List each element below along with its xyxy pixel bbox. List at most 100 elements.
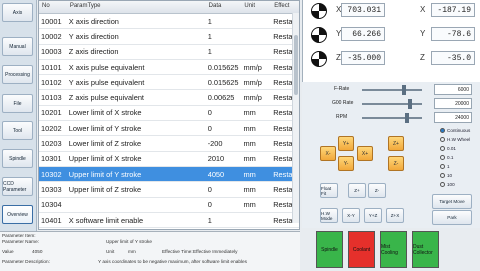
radio-dot-icon[interactable] xyxy=(440,164,445,170)
rpm-track[interactable] xyxy=(362,117,422,119)
radio-dot-icon[interactable] xyxy=(440,137,445,143)
mode-100[interactable]: 100 xyxy=(440,182,455,188)
nav-file-button[interactable]: File xyxy=(2,94,33,113)
table-row[interactable]: 10301 Upper limit of X stroke 2010 mm Restar… xyxy=(39,152,299,167)
radio-dot-icon[interactable] xyxy=(440,182,445,188)
machine-coord-y: 66.266 xyxy=(341,27,385,41)
radio-dot-icon[interactable] xyxy=(440,173,445,179)
table-row[interactable]: 10401 X software limit enable 1 Restart? xyxy=(39,213,299,229)
g00-rate-label: G00 Rate xyxy=(332,100,354,106)
jog-y-minus-button[interactable]: Y- xyxy=(338,156,354,171)
table-cell-no: 10303 xyxy=(41,184,62,194)
radio-dot-icon[interactable] xyxy=(440,128,445,134)
table-row[interactable]: 10304 0 mm Restart? xyxy=(39,198,299,213)
table-cell-data: 1 xyxy=(207,16,212,26)
table-cell-name: Z axis pulse equivalent xyxy=(68,93,144,103)
jog-x-plus-button[interactable]: X+ xyxy=(357,146,373,161)
mist-cooling-button[interactable]: Mist Cooling xyxy=(380,231,407,268)
y-z-button[interactable]: Y+Z xyxy=(364,208,382,223)
table-cell-no: 10003 xyxy=(41,47,62,57)
jog-z-minus-button[interactable]: Z- xyxy=(388,156,404,171)
table-row[interactable]: 10001 X axis direction 1 Restart? xyxy=(39,14,299,30)
table-cell-data: 0.00625 xyxy=(207,93,235,103)
rpm-knob[interactable] xyxy=(405,113,409,123)
table-cell-data: 0 xyxy=(207,108,212,118)
parameter-value: 4050 xyxy=(32,249,43,254)
spindle-button[interactable]: Spindle xyxy=(316,231,343,268)
radio-dot-icon[interactable] xyxy=(440,155,445,161)
mode-continuous[interactable]: Continuous xyxy=(440,128,470,134)
table-cell-data: 2010 xyxy=(207,154,225,164)
feed-rate-track[interactable] xyxy=(362,89,422,91)
jog-z-plus-secondary-button[interactable]: Z+ xyxy=(348,183,366,198)
home-target-icon[interactable] xyxy=(311,27,327,43)
label-parameter-name: Parameter Name: xyxy=(2,239,39,244)
jog-x-minus-button[interactable]: X- xyxy=(320,146,336,161)
table-cell-unit: mm xyxy=(243,139,256,149)
jog-z-plus-button[interactable]: Z+ xyxy=(388,136,404,151)
table-row[interactable]: 10203 Lower limit of Z stroke -200 mm Restar… xyxy=(39,136,299,152)
feed-rate-value[interactable]: 6000 xyxy=(434,84,472,95)
table-row[interactable]: 10101 X axis pulse equivalent 0.015625 mm/p… xyxy=(39,60,299,76)
rpm-slider: RPM 24000 xyxy=(302,112,480,124)
mode-10[interactable]: 10 xyxy=(440,173,452,179)
table-cell-name: X software limit enable xyxy=(68,215,144,225)
table-row[interactable]: 10302 Upper limit of Y stroke 4050 mm Restar… xyxy=(39,166,299,183)
table-row[interactable]: 10002 Y axis direction 1 Restart? xyxy=(39,29,299,45)
table-cell-no: 10103 xyxy=(41,93,62,103)
table-header: No ParamType Data Unit Effect xyxy=(39,1,299,14)
g00-rate-track[interactable] xyxy=(362,103,422,105)
nav-tool-button[interactable]: Tool xyxy=(2,121,33,140)
feed-rate-knob[interactable] xyxy=(402,85,406,95)
mode-hw-wheel[interactable]: H.W Wheel xyxy=(440,137,470,143)
nav-overview-button[interactable]: Overview xyxy=(2,205,33,224)
home-target-icon[interactable] xyxy=(311,51,327,67)
radio-dot-icon[interactable] xyxy=(440,146,445,152)
table-row[interactable]: 10003 Z axis direction 1 Restart? xyxy=(39,45,299,60)
machine-coord-z: -35.000 xyxy=(341,51,385,65)
table-cell-no: 10101 xyxy=(41,62,62,72)
table-cell-no: 10102 xyxy=(41,77,62,87)
table-row[interactable]: 10402Y software limit enable1Restart? xyxy=(39,228,299,229)
table-cell-name: Z axis direction xyxy=(68,47,119,57)
work-coord-z: -35.0 xyxy=(431,51,475,65)
target-move-button[interactable]: Target Move xyxy=(432,194,472,209)
table-cell-name: Lower limit of Y stroke xyxy=(68,123,142,133)
scrollbar-thumb[interactable] xyxy=(294,35,298,95)
table-cell-name: Lower limit of Z stroke xyxy=(68,139,142,149)
mode-0-01[interactable]: 0.01 xyxy=(440,146,456,152)
nav-ccd-parameter-button[interactable]: CCD Parameter xyxy=(2,177,33,196)
coordinate-panel: X 703.031 X -187.19 Y 66.266 Y -78.6 Z -… xyxy=(302,0,480,82)
jog-z-minus-secondary-button[interactable]: Z- xyxy=(368,183,386,198)
table-row[interactable]: 10103 Z axis pulse equivalent 0.00625 mm/p R… xyxy=(39,90,299,106)
mode-0-1[interactable]: 0.1 xyxy=(440,155,453,161)
table-row[interactable]: 10201 Lower limit of X stroke 0 mm Restart? xyxy=(39,106,299,122)
mode-1[interactable]: 1 xyxy=(440,164,450,170)
table-scrollbar[interactable] xyxy=(292,13,299,223)
parameter-description: Y axis coordinates to be negative maximu… xyxy=(98,259,247,264)
jog-y-plus-button[interactable]: Y+ xyxy=(338,136,354,151)
table-cell-data: 4050 xyxy=(207,169,225,179)
nav-axis-button[interactable]: Axis xyxy=(2,3,33,22)
nav-manual-button[interactable]: Manual xyxy=(2,37,33,56)
nav-processing-button[interactable]: Processing xyxy=(2,65,33,84)
park-button[interactable]: Park xyxy=(432,210,472,225)
table-row[interactable]: 10102 Y axis pulse equivalent 0.015625 mm/p… xyxy=(39,75,299,91)
z-x-button[interactable]: Z+X xyxy=(386,208,404,223)
g00-rate-knob[interactable] xyxy=(408,99,412,109)
table-cell-unit: mm xyxy=(243,184,256,194)
dust-collector-button[interactable]: Dust Collector xyxy=(412,231,439,268)
table-cell-data: 0 xyxy=(207,200,212,210)
table-row[interactable]: 10202 Lower limit of Y stroke 0 mm Restart? xyxy=(39,121,299,137)
rpm-value[interactable]: 24000 xyxy=(434,112,472,123)
x-y-button[interactable]: X-Y xyxy=(342,208,360,223)
table-cell-unit: mm/p xyxy=(243,62,262,72)
table-cell-name: Upper limit of Z stroke xyxy=(68,184,142,194)
home-target-icon[interactable] xyxy=(311,3,327,19)
hw-mode-button[interactable]: H.W Mode xyxy=(320,208,338,223)
table-row[interactable]: 10303 Upper limit of Z stroke 0 mm Restart? xyxy=(39,182,299,198)
float-fit-button[interactable]: Float Fit xyxy=(320,183,338,198)
g00-rate-value[interactable]: 20000 xyxy=(434,98,472,109)
coolant-button[interactable]: Coolant xyxy=(348,231,375,268)
nav-spindle-button[interactable]: Spindle xyxy=(2,149,33,168)
